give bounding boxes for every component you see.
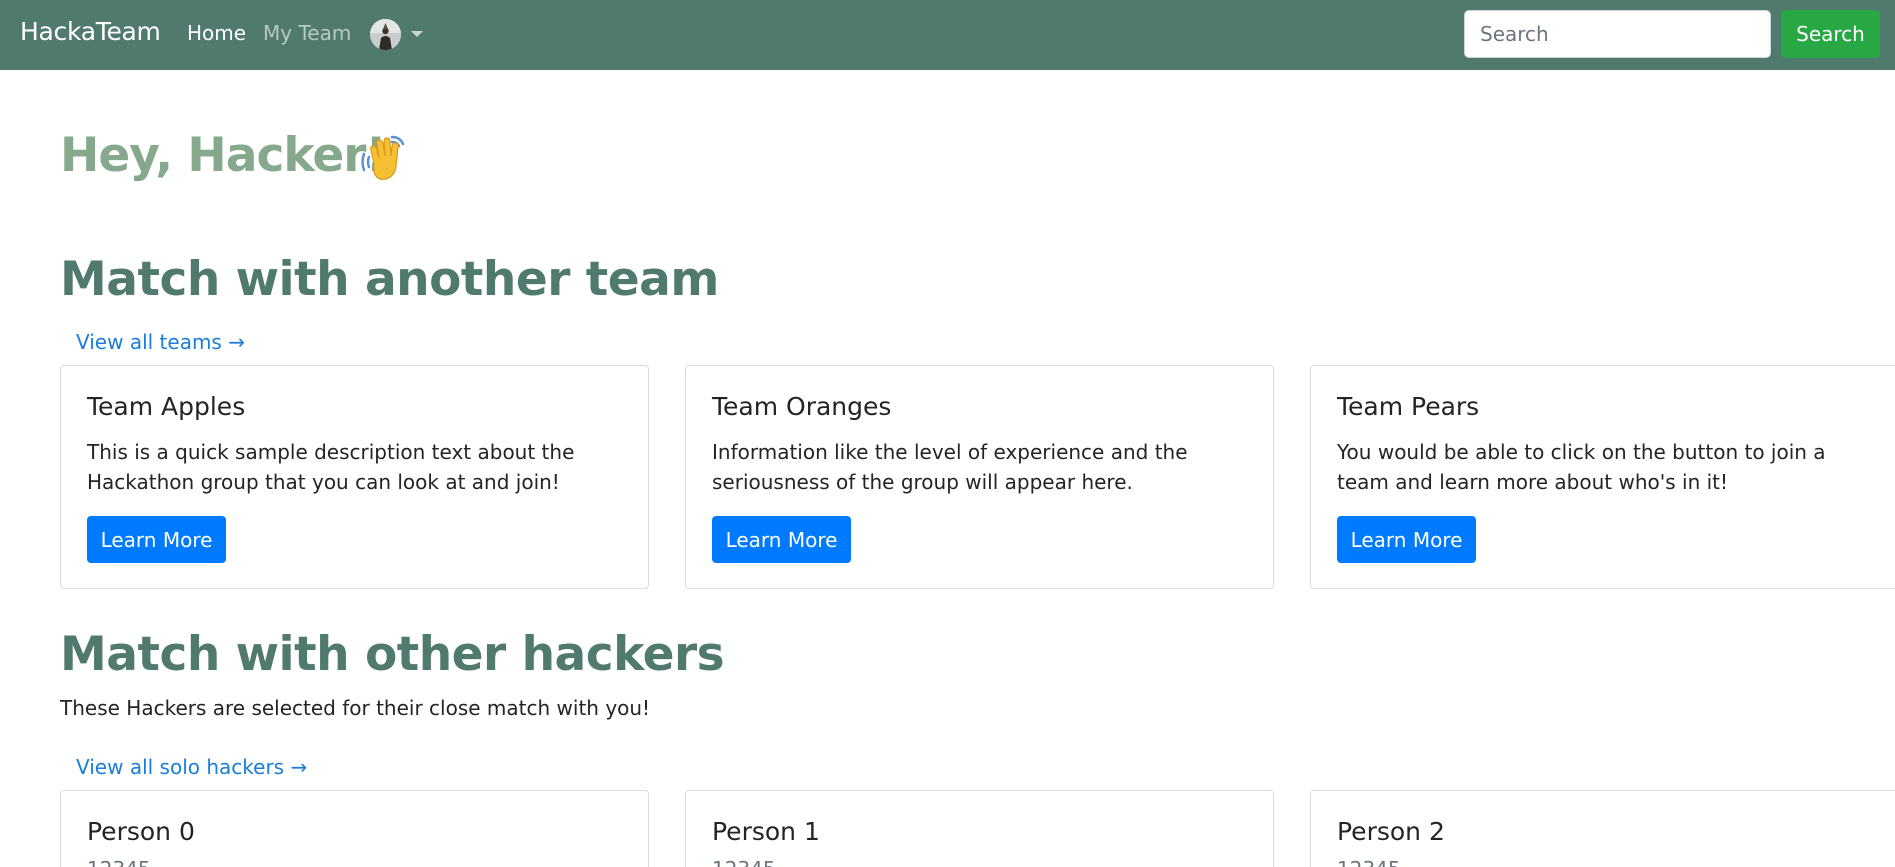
view-all-teams-link[interactable]: View all teams → [76,330,245,354]
hackers-section-subtitle: These Hackers are selected for their clo… [60,696,651,720]
person-card-title: Person 1 [712,817,820,846]
navbar: HackaTeam Home My Team Search [0,0,1895,70]
waving-hand-icon [358,132,410,184]
nav-link-home[interactable]: Home [187,21,246,45]
person-card: Person 1 12345 [685,790,1274,867]
team-card-description: You would be able to click on the button… [1337,440,1826,494]
person-card: Person 2 12345 [1310,790,1895,867]
brand-logo[interactable]: HackaTeam [20,17,161,46]
person-card-title: Person 0 [87,817,195,846]
chevron-down-icon [411,31,423,37]
team-card: Team Apples This is a quick sample descr… [60,365,649,589]
team-card: Team Pears You would be able to click on… [1310,365,1895,589]
greeting-heading: Hey, Hacker! [60,128,387,183]
person-card-title: Person 2 [1337,817,1445,846]
team-card-title: Team Pears [1337,392,1480,421]
person-card-subtitle: 12345 [87,857,151,867]
hackers-section-title: Match with other hackers [60,627,725,682]
person-card: Person 0 12345 [60,790,649,867]
person-card-subtitle: 12345 [712,857,776,867]
teams-section-title: Match with another team [60,252,719,307]
avatar [370,19,401,50]
team-card-title: Team Oranges [712,392,892,421]
team-card-description: This is a quick sample description text … [87,440,575,494]
learn-more-button[interactable]: Learn More [712,516,851,563]
search-input[interactable] [1464,10,1771,58]
user-menu-dropdown[interactable] [370,19,424,51]
nav-link-my-team[interactable]: My Team [263,21,351,45]
learn-more-button[interactable]: Learn More [87,516,226,563]
team-card-description: Information like the level of experience… [712,440,1188,494]
team-card: Team Oranges Information like the level … [685,365,1274,589]
person-card-subtitle: 12345 [1337,857,1401,867]
learn-more-button[interactable]: Learn More [1337,516,1476,563]
team-card-title: Team Apples [87,392,246,421]
search-button[interactable]: Search [1781,10,1880,58]
view-all-solo-hackers-link[interactable]: View all solo hackers → [76,755,307,779]
